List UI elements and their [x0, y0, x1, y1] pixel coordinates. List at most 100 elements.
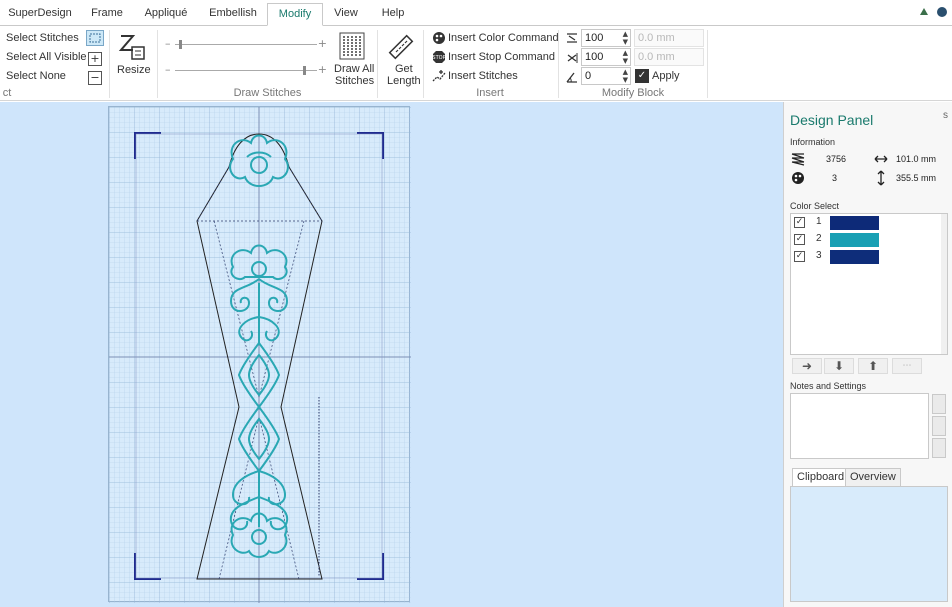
select-all-icon[interactable]: +: [88, 52, 102, 66]
angle-stepper[interactable]: 0 ▲ ▼: [581, 67, 631, 85]
color-count-value: 3: [832, 173, 838, 183]
scale-y-icon: [567, 53, 578, 63]
scale-y-stepper[interactable]: 100 ▲ ▼: [581, 48, 631, 66]
panel-overflow-icon[interactable]: s: [943, 110, 948, 121]
insert-stop-command-button[interactable]: STOP Insert Stop Command: [432, 50, 555, 66]
insert-group-label: Insert: [476, 87, 504, 99]
apply-label[interactable]: Apply: [652, 70, 680, 82]
tab-clipboard[interactable]: Clipboard: [792, 468, 850, 487]
color-swatch[interactable]: [830, 216, 879, 230]
stepper-arrows-icon[interactable]: ▲ ▼: [623, 68, 628, 84]
color-swatch[interactable]: [830, 233, 879, 247]
select-stitches-button[interactable]: Select Stitches: [6, 32, 79, 44]
color-list-scrollbar[interactable]: [941, 214, 947, 354]
clipboard-area[interactable]: [790, 486, 948, 602]
color-select-label: Color Select: [790, 201, 840, 211]
tab-view[interactable]: View: [328, 3, 364, 26]
scale-x-icon: [567, 33, 577, 43]
apply-checkbox[interactable]: ✓: [635, 69, 649, 83]
color-number: 2: [816, 233, 822, 244]
angle-icon: [566, 72, 577, 83]
get-length-label-1: Get: [395, 63, 413, 75]
tab-superdesign[interactable]: SuperDesign: [4, 3, 76, 26]
select-group-label: ct: [2, 87, 12, 99]
move-to-color-button[interactable]: ➜: [792, 358, 822, 374]
color-checkbox[interactable]: ✓: [794, 217, 805, 228]
minus-icon: –: [165, 37, 171, 50]
stitch-start-slider[interactable]: – +: [165, 37, 327, 50]
color-swatch[interactable]: [830, 250, 879, 264]
notes-settings-label: Notes and Settings: [790, 381, 867, 391]
color-row-2[interactable]: ✓ 2: [791, 232, 941, 248]
plus-icon: +: [317, 37, 327, 50]
draw-all-stitches-label-1: Draw All: [334, 63, 375, 75]
offset-y-field: 0.0 mm: [634, 48, 704, 66]
color-row-3[interactable]: ✓ 3: [791, 249, 941, 265]
theme-icon[interactable]: [918, 6, 930, 18]
color-row-1[interactable]: ✓ 1: [791, 215, 941, 231]
help-icon[interactable]: [936, 6, 948, 18]
tab-modify[interactable]: Modify: [267, 3, 323, 26]
merge-colors-button[interactable]: ⋯: [892, 358, 922, 374]
color-number: 3: [816, 250, 822, 261]
ribbon-separator: [109, 30, 110, 98]
slider-thumb[interactable]: [179, 40, 182, 49]
color-checkbox[interactable]: ✓: [794, 251, 805, 262]
ribbon-separator: [377, 30, 378, 98]
offset-x-field: 0.0 mm: [634, 29, 704, 47]
notes-check-icon[interactable]: [932, 394, 946, 414]
select-all-visible-button[interactable]: Select All Visible: [6, 51, 87, 63]
resize-icon[interactable]: [117, 32, 147, 62]
design-workspace[interactable]: [0, 102, 783, 607]
color-checkbox[interactable]: ✓: [794, 234, 805, 245]
svg-text:STOP: STOP: [432, 55, 445, 61]
insert-stitches-button[interactable]: Insert Stitches: [432, 69, 518, 85]
height-arrow-icon: [877, 170, 885, 186]
stepper-arrows-icon[interactable]: ▲ ▼: [623, 49, 628, 65]
design-panel: Design Panel s Information 3756 101.0 mm…: [783, 102, 952, 607]
scale-x-stepper[interactable]: 100 ▲ ▼: [581, 29, 631, 47]
palette-icon: [792, 172, 804, 184]
plus-icon: +: [317, 63, 327, 76]
settings-gear-icon[interactable]: [932, 416, 946, 436]
edit-pencil-icon[interactable]: [932, 438, 946, 458]
stitch-count-value: 3756: [826, 154, 847, 164]
draw-all-stitches-icon[interactable]: [339, 32, 365, 60]
stitch-end-slider[interactable]: – +: [165, 63, 327, 76]
height-value: 355.5 mm: [896, 173, 937, 183]
get-length-label-2: Length: [387, 75, 421, 87]
tab-help[interactable]: Help: [374, 3, 412, 26]
superdesign-app: SuperDesign Frame Appliqué Embellish Mod…: [0, 0, 952, 607]
move-up-button[interactable]: ⬆: [858, 358, 888, 374]
move-down-button[interactable]: ⬇: [824, 358, 854, 374]
minus-icon: –: [165, 63, 171, 76]
ribbon-separator: [423, 30, 424, 98]
color-number: 1: [816, 216, 822, 227]
insert-stitches-icon: [432, 70, 446, 82]
tab-frame[interactable]: Frame: [82, 3, 132, 26]
slider-thumb[interactable]: [303, 66, 306, 75]
width-value: 101.0 mm: [896, 154, 937, 164]
palette-icon: [433, 32, 445, 44]
select-none-icon[interactable]: −: [88, 71, 102, 85]
tab-overview[interactable]: Overview: [845, 468, 901, 487]
tab-embellish[interactable]: Embellish: [203, 3, 263, 26]
draw-stitches-group-label: Draw Stitches: [233, 87, 302, 99]
stepper-arrows-icon[interactable]: ▲ ▼: [623, 30, 628, 46]
design-canvas[interactable]: [109, 107, 411, 603]
stop-icon: STOP: [432, 51, 446, 63]
stitch-count-icon: [791, 153, 805, 166]
select-none-button[interactable]: Select None: [6, 70, 66, 82]
ribbon-separator: [707, 30, 708, 98]
design-panel-title: Design Panel: [790, 112, 874, 128]
notes-textarea[interactable]: [790, 393, 929, 459]
information-label: Information: [790, 137, 836, 147]
ruler-icon[interactable]: [386, 32, 416, 62]
insert-color-command-button[interactable]: Insert Color Command: [432, 31, 559, 47]
modify-block-group-label: Modify Block: [601, 87, 665, 99]
select-box-icon[interactable]: [86, 30, 104, 46]
hoop-area[interactable]: [108, 106, 411, 603]
width-arrow-icon: [874, 155, 888, 163]
tab-applique[interactable]: Appliqué: [137, 3, 195, 26]
color-select-list[interactable]: ✓ 1 ✓ 2 ✓ 3: [790, 213, 948, 355]
